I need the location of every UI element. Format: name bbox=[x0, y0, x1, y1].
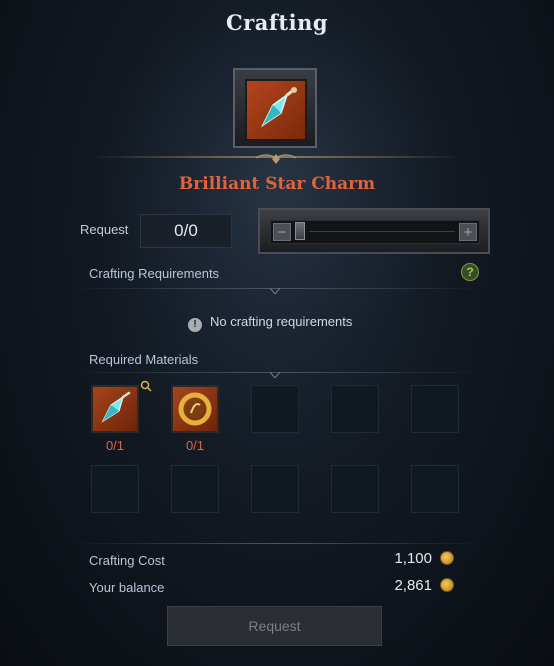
caret-down-icon bbox=[270, 288, 280, 294]
material-slot-empty[interactable] bbox=[91, 465, 139, 513]
divider-ornament-icon bbox=[255, 154, 297, 164]
material-slot-empty[interactable] bbox=[251, 385, 299, 433]
material-count-2: 0/1 bbox=[185, 438, 205, 453]
item-name: Brilliant Star Charm bbox=[178, 174, 376, 194]
material-slot-empty[interactable] bbox=[251, 465, 299, 513]
increase-button[interactable]: + bbox=[459, 223, 477, 241]
window-title: Crafting bbox=[225, 10, 329, 35]
crystal-charm-icon bbox=[245, 79, 307, 141]
magnifier-icon[interactable] bbox=[140, 380, 152, 392]
crafting-cost-value: 1,100 bbox=[394, 550, 432, 567]
material-slot-2[interactable] bbox=[171, 385, 219, 433]
request-count-field[interactable]: 0/0 bbox=[140, 214, 232, 248]
gold-coin-icon bbox=[440, 551, 454, 565]
no-requirements-message: ! No crafting requirements bbox=[188, 314, 352, 332]
no-requirements-text: No crafting requirements bbox=[210, 314, 353, 329]
caret-down-icon bbox=[270, 372, 280, 378]
material-slot-empty[interactable] bbox=[331, 385, 379, 433]
request-label: Request bbox=[80, 222, 129, 237]
balance-value: 2,861 bbox=[394, 577, 432, 594]
golden-ring-icon bbox=[178, 392, 212, 426]
request-button[interactable]: Request bbox=[167, 606, 382, 646]
help-icon[interactable]: ? bbox=[461, 263, 479, 281]
material-slot-empty[interactable] bbox=[331, 465, 379, 513]
crystal-charm-icon bbox=[101, 391, 131, 423]
slider-line bbox=[309, 231, 455, 232]
slider-track[interactable]: − + bbox=[270, 220, 480, 244]
material-slot-empty[interactable] bbox=[411, 465, 459, 513]
requirements-heading: Crafting Requirements bbox=[89, 266, 220, 281]
gold-coin-icon bbox=[440, 578, 454, 592]
quantity-slider[interactable]: − + bbox=[258, 208, 490, 254]
materials-heading: Required Materials bbox=[89, 352, 199, 367]
crafted-item-slot[interactable] bbox=[233, 68, 317, 148]
decrease-button[interactable]: − bbox=[273, 223, 291, 241]
balance-label: Your balance bbox=[89, 580, 165, 595]
slider-thumb[interactable] bbox=[295, 222, 305, 240]
material-count-1: 0/1 bbox=[105, 438, 125, 453]
material-slot-empty[interactable] bbox=[411, 385, 459, 433]
material-slot-1[interactable] bbox=[91, 385, 139, 433]
material-slot-empty[interactable] bbox=[171, 465, 219, 513]
cost-divider bbox=[70, 543, 484, 544]
info-icon: ! bbox=[188, 318, 202, 332]
crafting-cost-label: Crafting Cost bbox=[89, 553, 165, 568]
